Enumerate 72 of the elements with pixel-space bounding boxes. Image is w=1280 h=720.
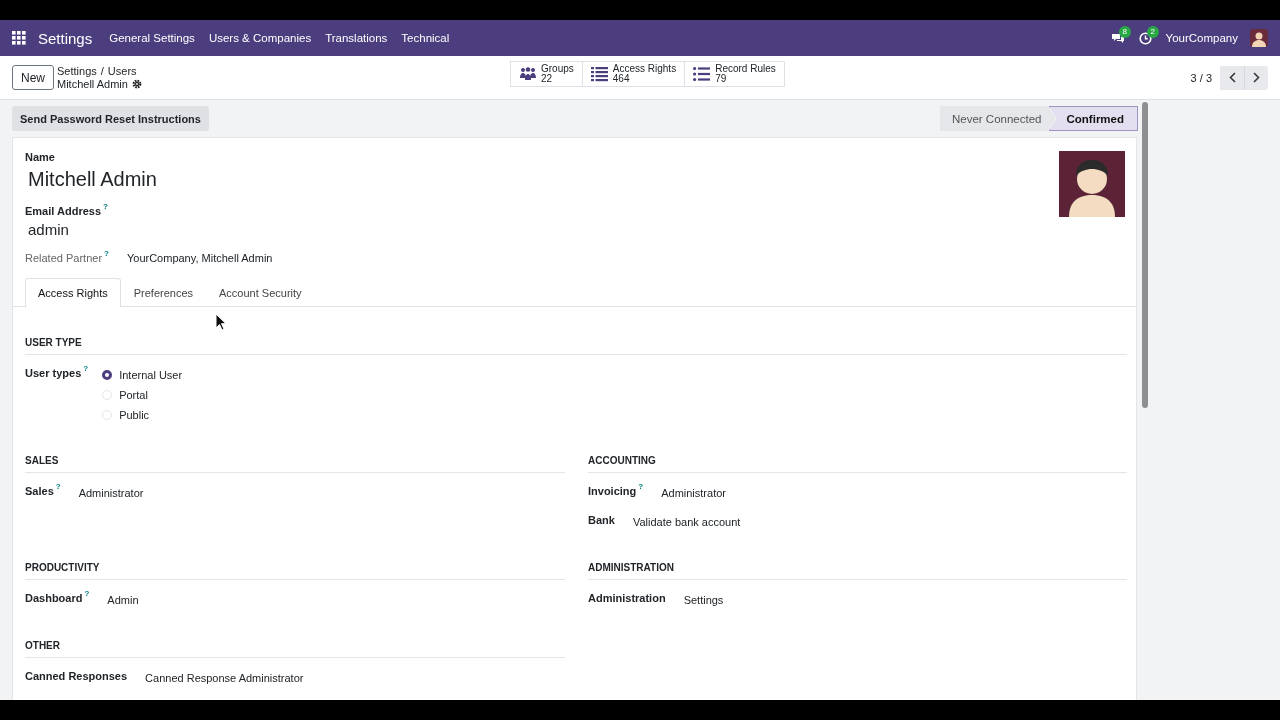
field-label: Dashboard <box>25 592 83 606</box>
field-value: Settings <box>683 593 724 608</box>
menu-item[interactable]: General Settings <box>109 30 195 46</box>
chevron-right-icon <box>1253 72 1260 83</box>
section-heading: OTHER <box>25 639 565 658</box>
status-stage[interactable]: Never Connected <box>940 106 1056 131</box>
field-value: Validate bank account <box>632 515 741 530</box>
gear-icon[interactable] <box>131 79 142 89</box>
field-value: Canned Response Administrator <box>145 671 304 686</box>
menu-item[interactable]: Users & Companies <box>208 30 312 46</box>
help-icon[interactable]: ? <box>638 482 644 511</box>
radio-label[interactable]: Public <box>119 408 150 421</box>
mouse-cursor-icon <box>215 313 227 331</box>
breadcrumb-separator: / <box>100 64 104 78</box>
pager-value: 3 / 3 <box>1190 71 1212 84</box>
status-stage[interactable]: Confirmed <box>1048 106 1138 131</box>
tab[interactable]: Account Security <box>206 278 315 307</box>
field-label: Bank <box>588 514 615 528</box>
help-icon[interactable]: ? <box>104 249 109 261</box>
smart-button[interactable]: Access Rights 464 <box>582 61 686 87</box>
help-icon[interactable]: ? <box>103 202 108 214</box>
menu-item[interactable]: Technical <box>401 30 450 46</box>
next-button[interactable] <box>1244 65 1268 90</box>
menu-item[interactable]: Translations <box>325 30 388 46</box>
breadcrumb-link[interactable]: Users <box>107 64 137 78</box>
list-icon <box>590 66 608 82</box>
chevron-left-icon <box>1228 72 1236 83</box>
user-avatar-icon[interactable] <box>1250 29 1268 47</box>
section-heading: SALES <box>25 454 565 473</box>
tab[interactable]: Preferences <box>120 278 206 307</box>
activity-count-badge: 2 <box>1146 25 1159 38</box>
chat-icon[interactable] <box>1110 31 1125 45</box>
field-label: Invoicing <box>588 485 637 499</box>
field-value: Administrator <box>661 486 726 501</box>
bulleted-list-icon <box>693 66 711 82</box>
radio-label[interactable]: Internal User <box>119 368 183 381</box>
section-heading: ACCOUNTING <box>588 454 1127 473</box>
previous-button[interactable] <box>1220 65 1244 90</box>
help-icon[interactable]: ? <box>55 482 61 511</box>
smart-button[interactable]: Record Rules 79 <box>685 61 785 87</box>
smart-button[interactable]: Groups 22 <box>510 61 583 87</box>
field-label: Canned Responses <box>25 670 128 684</box>
breadcrumb-link[interactable]: Settings <box>57 64 97 78</box>
people-icon <box>519 66 536 82</box>
radio-button[interactable] <box>102 369 113 380</box>
field-label: Email Address <box>25 205 101 217</box>
section-heading: ADMINISTRATION <box>588 561 1127 580</box>
partner-link[interactable]: YourCompany, Mitchell Admin <box>126 252 273 264</box>
email-field[interactable]: admin <box>28 221 273 238</box>
app-name[interactable]: Settings <box>36 29 95 47</box>
radio-label[interactable]: Portal <box>119 388 148 401</box>
field-value: Admin <box>107 593 139 608</box>
section-heading: USER TYPE <box>25 336 1127 355</box>
field-label: Name <box>25 151 55 163</box>
field-label: Related Partner <box>25 252 103 264</box>
company-name[interactable]: YourCompany <box>1165 32 1238 44</box>
field-label: Sales <box>25 485 54 499</box>
field-label: User types <box>25 367 82 381</box>
name-field[interactable]: Mitchell Admin <box>28 168 273 191</box>
help-icon[interactable]: ? <box>83 364 89 419</box>
help-icon[interactable]: ? <box>84 589 90 618</box>
message-count-badge: 8 <box>1118 25 1131 38</box>
clock-icon[interactable] <box>1138 31 1152 45</box>
reset-password-button[interactable]: Send Password Reset Instructions <box>12 106 209 131</box>
section-heading: PRODUCTIVITY <box>25 561 565 580</box>
record-title: Mitchell Admin <box>57 77 128 91</box>
apps-menu-icon[interactable] <box>12 31 26 45</box>
scrollbar-thumb[interactable] <box>1142 102 1148 408</box>
new-button[interactable]: New <box>12 65 54 90</box>
field-label: Administration <box>588 592 666 606</box>
tab[interactable]: Access Rights <box>25 278 121 307</box>
field-value: Administrator <box>78 486 144 501</box>
